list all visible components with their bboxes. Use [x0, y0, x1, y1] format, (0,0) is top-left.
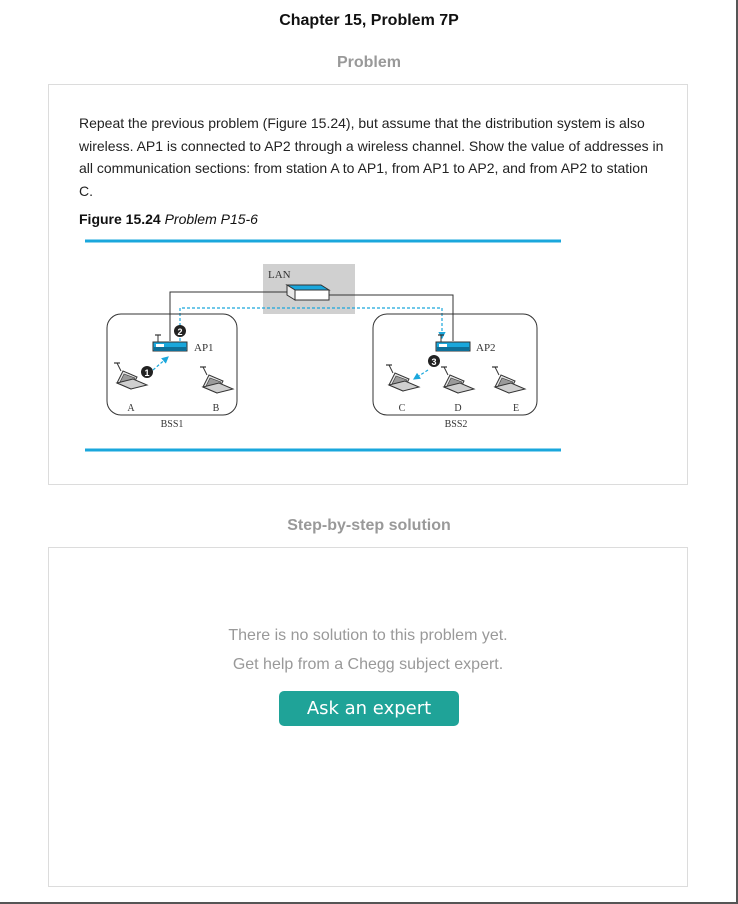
wireless-a-ap1 — [152, 356, 169, 371]
step-2-label: 2 — [177, 327, 182, 337]
station-e-label: E — [513, 403, 519, 414]
laptop-e-icon — [491, 366, 526, 394]
ap2-label: AP2 — [476, 342, 496, 354]
bss1-box — [106, 313, 238, 416]
wireless-ap2-c — [412, 369, 429, 380]
step-3-label: 3 — [431, 357, 436, 367]
problem-heading: Problem — [336, 54, 401, 71]
station-b-label: B — [213, 403, 220, 414]
lan-switch-icon — [285, 284, 331, 301]
expert-help-message: Get help from a Chegg subject expert. — [232, 656, 504, 673]
lan-label: LAN — [268, 269, 291, 281]
ap1-label: AP1 — [194, 342, 214, 354]
bss2-box — [372, 313, 538, 416]
bss2-label: BSS2 — [445, 419, 468, 430]
station-a-label: A — [127, 403, 135, 414]
chapter-title: Chapter 15, Problem 7P — [279, 12, 459, 29]
laptop-b-icon — [199, 366, 234, 394]
solution-panel: There is no solution to this problem yet… — [48, 547, 688, 887]
ask-expert-button[interactable]: Ask an expert — [279, 691, 459, 726]
laptop-c-icon — [385, 364, 420, 392]
step-1-label: 1 — [144, 368, 149, 378]
laptop-a-icon — [113, 362, 148, 390]
bss1-label: BSS1 — [161, 419, 184, 430]
laptop-d-icon — [440, 366, 475, 394]
network-figure: LAN AP1 AP2 2 1 3 A B C D E BSS1 BSS2 — [85, 239, 561, 452]
station-d-label: D — [454, 403, 461, 414]
no-solution-message: There is no solution to this problem yet… — [228, 627, 508, 644]
station-c-label: C — [399, 403, 406, 414]
solution-heading: Step-by-step solution — [287, 517, 451, 534]
problem-panel: Repeat the previous problem (Figure 15.2… — [48, 84, 688, 485]
